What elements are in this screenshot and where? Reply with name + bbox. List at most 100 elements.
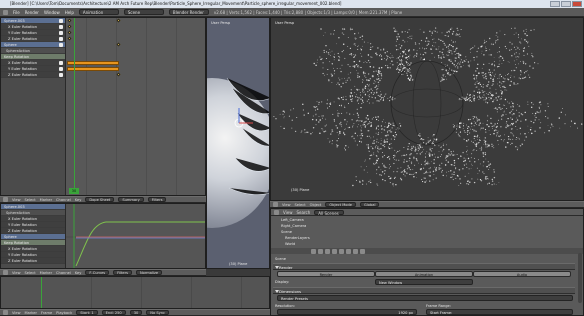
dopesheet-mode-select[interactable]: Dope Sheet — [85, 197, 115, 202]
outliner-display-select[interactable]: All Scenes — [314, 209, 345, 216]
menu-view[interactable]: View — [12, 271, 21, 275]
menu-frame[interactable]: Frame — [41, 311, 52, 315]
menu-view[interactable]: View — [283, 210, 293, 215]
current-frame-indicator[interactable]: 30 — [69, 188, 79, 194]
keyframe[interactable] — [116, 18, 121, 23]
physics-tab-icon[interactable] — [360, 248, 365, 254]
channel-row[interactable]: Z Euler Rotation — [1, 258, 65, 264]
scene-select[interactable]: Scene — [123, 9, 164, 15]
sync-mode-select[interactable]: No Sync — [146, 310, 169, 315]
eye-icon[interactable] — [59, 19, 63, 23]
channel-row[interactable]: Sphere — [1, 42, 65, 48]
resolution-x-field[interactable]: 1920 px — [277, 309, 417, 315]
menu-view[interactable]: View — [12, 198, 21, 202]
keyframe[interactable] — [67, 36, 72, 41]
editor-type-icon[interactable] — [273, 202, 278, 207]
render-button[interactable]: Render — [277, 271, 375, 277]
info-editor-icon[interactable] — [3, 9, 8, 15]
lock-icon[interactable] — [59, 61, 63, 65]
scene-tab-icon[interactable] — [318, 248, 323, 254]
start-frame-field[interactable]: Start: 1 — [76, 310, 98, 315]
properties-editor[interactable]: View Search All Scenes Left_Camera Right… — [270, 208, 584, 316]
normalize-toggle[interactable]: Normalize — [135, 270, 163, 275]
editor-type-icon[interactable] — [274, 209, 279, 215]
summary-toggle[interactable]: Summary — [118, 197, 144, 202]
sphere-wireframe — [412, 60, 442, 146]
render-panel-header[interactable]: Render — [273, 263, 575, 270]
current-frame-line[interactable] — [74, 18, 75, 190]
maximize-button[interactable] — [561, 1, 571, 7]
menu-playback[interactable]: Playback — [56, 311, 72, 315]
current-frame-field[interactable]: 30 — [129, 310, 143, 315]
graph-editor[interactable]: Sphere.003 SphereAction X Euler Rotation… — [0, 203, 206, 269]
menu-view[interactable]: View — [282, 203, 291, 207]
sphere-wireframe[interactable] — [390, 60, 464, 146]
render-presets-select[interactable]: Render Presets — [277, 295, 573, 301]
dopesheet-editor[interactable]: Sphere.003 X Euler Rotation Y Euler Rota… — [0, 17, 206, 196]
panel-title: Render — [279, 265, 293, 270]
lock-icon[interactable] — [59, 37, 63, 41]
fcurve-plot[interactable] — [66, 204, 206, 269]
menu-render[interactable]: Render — [25, 10, 39, 15]
lock-icon[interactable] — [59, 73, 63, 77]
timeline-editor[interactable] — [0, 276, 270, 309]
fcurve-line[interactable] — [75, 221, 206, 267]
mode-select[interactable]: Object Mode — [325, 202, 356, 207]
display-select[interactable]: New Window — [375, 279, 473, 285]
menu-channel[interactable]: Channel — [56, 198, 71, 202]
editor-type-icon[interactable] — [3, 197, 8, 202]
graph-mode-select[interactable]: F-Curves — [85, 270, 110, 275]
dimensions-panel-header[interactable]: Dimensions — [273, 287, 575, 294]
particle-cloud[interactable] — [271, 18, 584, 194]
close-window-button[interactable] — [572, 1, 582, 7]
eye-icon[interactable] — [59, 43, 63, 47]
menu-select[interactable]: Select — [25, 271, 36, 275]
keyframe[interactable] — [67, 24, 72, 29]
menu-window[interactable]: Window — [44, 10, 60, 15]
editor-type-icon[interactable] — [3, 310, 8, 315]
menu-help[interactable]: Help — [65, 10, 74, 15]
object-tab-icon[interactable] — [332, 248, 337, 254]
menu-marker[interactable]: Marker — [40, 198, 52, 202]
menu-search[interactable]: Search — [297, 210, 311, 215]
particles-tab-icon[interactable] — [353, 248, 358, 254]
render-tab-icon[interactable] — [311, 248, 316, 254]
end-frame-field[interactable]: End: 250 — [101, 310, 126, 315]
world-tab-icon[interactable] — [325, 248, 330, 254]
menu-key[interactable]: Key — [75, 198, 82, 202]
filters-toggle[interactable]: Filters — [147, 197, 167, 202]
menu-marker[interactable]: Marker — [40, 271, 52, 275]
screen-layout-select[interactable]: Animation — [78, 9, 119, 15]
lock-icon[interactable] — [59, 67, 63, 71]
properties-scrollbar[interactable] — [578, 253, 582, 303]
menu-file[interactable]: File — [13, 10, 20, 15]
minimize-button[interactable] — [550, 1, 560, 7]
channel-row[interactable]: Z Euler Rotation — [1, 72, 65, 78]
audio-button[interactable]: Audio — [473, 271, 571, 277]
menu-object[interactable]: Object — [310, 203, 322, 207]
lock-icon[interactable] — [59, 25, 63, 29]
keyframe[interactable] — [116, 72, 121, 77]
menu-select[interactable]: Select — [295, 203, 306, 207]
render-engine-select[interactable]: Blender Render — [168, 9, 209, 15]
keyframe[interactable] — [67, 18, 72, 23]
modifier-tab-icon[interactable] — [339, 248, 344, 254]
outliner-item[interactable]: World — [285, 241, 295, 247]
menu-key[interactable]: Key — [75, 271, 82, 275]
animation-button[interactable]: Animation — [375, 271, 473, 277]
filters-toggle[interactable]: Filters — [113, 270, 132, 275]
start-frame-field[interactable]: Start Frame: — [426, 309, 573, 315]
orientation-select[interactable]: Global — [359, 202, 380, 207]
material-tab-icon[interactable] — [346, 248, 351, 254]
current-frame-line[interactable] — [41, 277, 42, 308]
viewport-main[interactable]: User Persp (30) Plane — [270, 17, 584, 201]
menu-channel[interactable]: Channel — [56, 271, 71, 275]
menu-select[interactable]: Select — [25, 198, 36, 202]
viewport-left[interactable]: User Persp (30) Plane — [206, 17, 270, 269]
lock-icon[interactable] — [59, 31, 63, 35]
menu-marker[interactable]: Marker — [25, 311, 37, 315]
menu-view[interactable]: View — [12, 311, 21, 315]
keyframe[interactable] — [116, 42, 121, 47]
keyframe[interactable] — [67, 30, 72, 35]
editor-type-icon[interactable] — [3, 270, 8, 275]
